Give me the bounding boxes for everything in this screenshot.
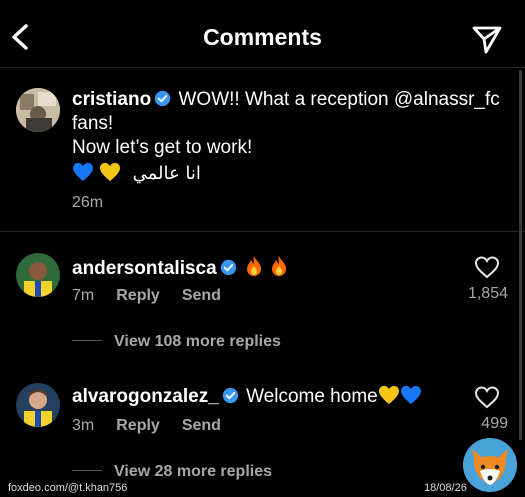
avatar-image [16,383,60,427]
yellow-heart-icon [100,162,121,182]
avatar[interactable] [16,88,60,132]
verified-badge-icon [155,90,171,107]
post-caption: cristiano WOW!! What a reception @alnass… [0,68,525,232]
view-replies-button[interactable]: View 28 more replies [72,463,272,481]
send-button[interactable]: Send [182,417,221,434]
scrollbar[interactable] [519,70,522,440]
send-button[interactable]: Send [182,287,221,304]
heart-outline-icon[interactable] [474,255,500,279]
fox-logo-icon [463,438,517,492]
avatar-image [16,88,60,132]
header-bar: Comments [0,0,525,68]
comment-timestamp: 3m [72,417,95,434]
replies-divider [72,340,102,341]
fire-icon [272,256,287,276]
like-count: 499 [481,415,508,432]
fire-icon [246,256,261,276]
caption-text-line2: fans! [72,113,114,134]
caption-arabic-text: انا عالمي [132,163,201,184]
avatar[interactable] [16,253,60,297]
verified-badge-icon [220,259,236,276]
comment-username[interactable]: andersontalisca [72,258,217,279]
comment-text: andersontalisca [72,255,289,281]
like-count: 1,854 [467,285,508,302]
yellow-heart-icon [378,385,399,405]
caption-text-line1: WOW!! What a reception @alnassr_fc [178,89,500,110]
blue-heart-icon [400,385,421,405]
avatar[interactable] [16,383,60,427]
view-replies-label: View 28 more replies [114,463,273,480]
avatar-image [16,253,60,297]
verified-badge-icon [222,387,238,404]
reply-button[interactable]: Reply [116,287,160,304]
paper-plane-icon[interactable] [470,22,504,56]
page-title: Comments [203,24,322,50]
watermark-text: foxdeo.com/@t.khan756 [8,482,128,494]
comment-username[interactable]: alvarogonzalez_ [72,386,219,407]
view-replies-label: View 108 more replies [114,333,281,350]
comment-text: alvarogonzalez_ Welcome home [72,385,422,409]
comment-timestamp: 7m [72,287,95,304]
view-replies-button[interactable]: View 108 more replies [72,333,281,351]
comment-meta: 3m Reply Send [72,417,243,435]
comment-meta: 7m Reply Send [72,287,243,305]
blue-heart-icon [73,162,93,182]
caption-username[interactable]: cristiano [72,89,151,110]
comment-body: Welcome home [246,386,378,407]
caption-text-line3: Now let’s get to work! [72,137,253,158]
caption-timestamp: 26m [72,194,104,211]
caption-body: cristiano WOW!! What a reception @alnass… [72,88,512,186]
replies-divider [72,470,102,471]
heart-outline-icon[interactable] [474,385,500,409]
reply-button[interactable]: Reply [116,417,160,434]
watermark-date: 18/08/26 [424,482,467,494]
